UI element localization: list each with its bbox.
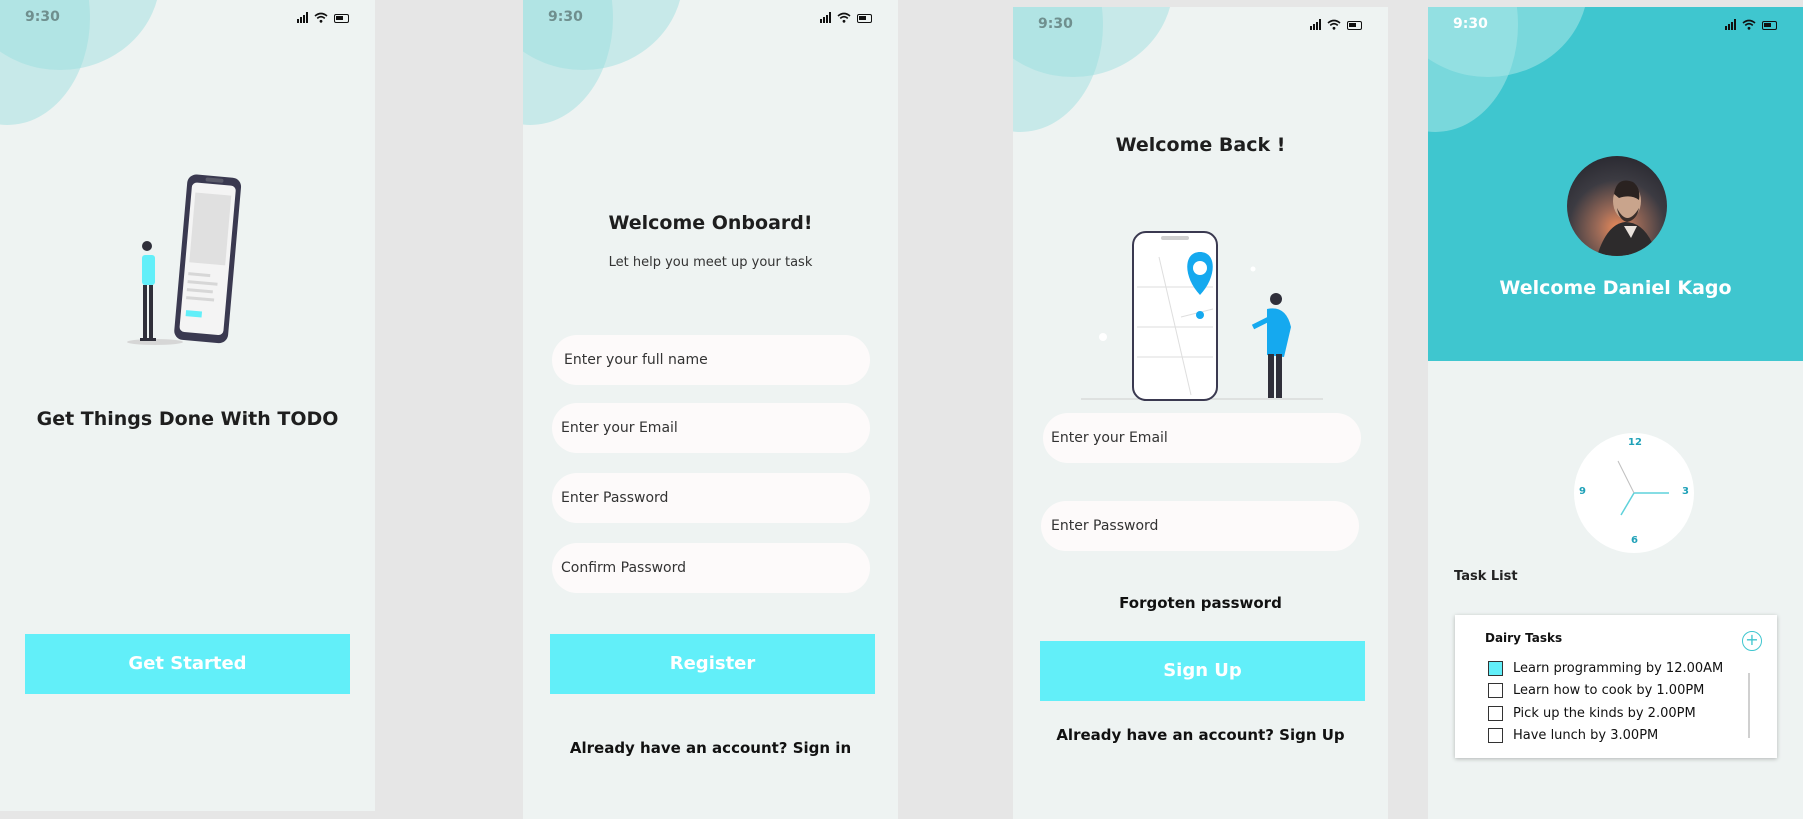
status-bar: 9:30 xyxy=(1428,7,1803,39)
map-location-illustration xyxy=(1081,231,1323,401)
signal-icon xyxy=(1725,19,1736,30)
task-item[interactable]: Learn how to cook by 1.00PM xyxy=(1488,681,1704,699)
email-field[interactable]: Enter your Email xyxy=(1043,413,1361,463)
sign-in-link[interactable]: Already have an account? Sign in xyxy=(523,739,898,757)
page-title: Welcome Back ! xyxy=(1115,134,1286,156)
dashboard-screen: Welcome Daniel Kago 9:30 12 3 6 9 Task L… xyxy=(1428,7,1803,819)
battery-icon xyxy=(1762,21,1777,30)
wifi-icon xyxy=(314,12,328,23)
task-checkbox[interactable] xyxy=(1488,660,1503,676)
sign-up-button[interactable]: Sign Up xyxy=(1040,641,1365,701)
welcome-heading: Welcome Daniel Kago xyxy=(1499,277,1732,299)
full-name-field[interactable]: Enter your full name xyxy=(552,335,870,385)
status-bar: 9:30 xyxy=(0,0,375,32)
status-time: 9:30 xyxy=(1453,16,1488,32)
email-field[interactable]: Enter your Email xyxy=(552,403,870,453)
task-scrollbar[interactable] xyxy=(1748,673,1750,738)
card-title: Dairy Tasks xyxy=(1485,631,1563,645)
battery-icon xyxy=(334,14,349,23)
add-task-icon[interactable]: + xyxy=(1742,631,1762,651)
get-started-button[interactable]: Get Started xyxy=(25,634,350,694)
clock-hands xyxy=(1617,460,1669,516)
register-button[interactable]: Register xyxy=(550,634,875,694)
task-list-label: Task List xyxy=(1454,569,1518,584)
task-item[interactable]: Pick up the kinds by 2.00PM xyxy=(1488,704,1696,722)
password-field[interactable]: Enter Password xyxy=(552,473,870,523)
status-time: 9:30 xyxy=(1038,16,1073,32)
login-screen: 9:30 Welcome Back ! Enter your Email Ent… xyxy=(1013,7,1388,819)
battery-icon xyxy=(857,14,872,23)
wifi-icon xyxy=(837,12,851,23)
battery-icon xyxy=(1347,21,1362,30)
task-label: Learn programming by 12.00AM xyxy=(1513,660,1724,676)
page-subtitle: Let help you meet up your task xyxy=(608,255,813,270)
task-checkbox[interactable] xyxy=(1488,705,1503,721)
page-title: Get Things Done With TODO xyxy=(36,408,339,430)
task-label: Learn how to cook by 1.00PM xyxy=(1513,682,1705,698)
task-item[interactable]: Have lunch by 3.00PM xyxy=(1488,726,1658,744)
wifi-icon xyxy=(1327,19,1341,30)
daily-tasks-card: Dairy Tasks + Learn programming by 12.00… xyxy=(1455,615,1777,758)
profile-header: Welcome Daniel Kago xyxy=(1428,7,1803,361)
confirm-password-field[interactable]: Confirm Password xyxy=(552,543,870,593)
status-time: 9:30 xyxy=(548,9,583,25)
onboarding-screen: 9:30 Get Things Done With TODO Get Start… xyxy=(0,0,375,811)
forgot-password-link[interactable]: Forgoten password xyxy=(1013,594,1388,612)
task-label: Pick up the kinds by 2.00PM xyxy=(1513,705,1696,721)
analog-clock: 12 3 6 9 xyxy=(1574,433,1694,553)
avatar xyxy=(1567,156,1667,256)
task-label: Have lunch by 3.00PM xyxy=(1513,727,1659,743)
signal-icon xyxy=(1310,19,1321,30)
wifi-icon xyxy=(1742,19,1756,30)
status-time: 9:30 xyxy=(25,9,60,25)
task-item[interactable]: Learn programming by 12.00AM xyxy=(1488,659,1723,677)
status-bar: 9:30 xyxy=(523,0,898,32)
status-bar: 9:30 xyxy=(1013,7,1388,39)
signal-icon xyxy=(820,12,831,23)
page-title: Welcome Onboard! xyxy=(608,212,813,234)
sign-up-link[interactable]: Already have an account? Sign Up xyxy=(1013,726,1388,744)
phone-illustration xyxy=(127,174,242,345)
signal-icon xyxy=(297,12,308,23)
register-screen: 9:30 Welcome Onboard! Let help you meet … xyxy=(523,0,898,819)
avatar-photo xyxy=(1597,180,1657,256)
task-checkbox[interactable] xyxy=(1488,682,1503,698)
password-field[interactable]: Enter Password xyxy=(1041,501,1359,551)
task-checkbox[interactable] xyxy=(1488,727,1503,743)
